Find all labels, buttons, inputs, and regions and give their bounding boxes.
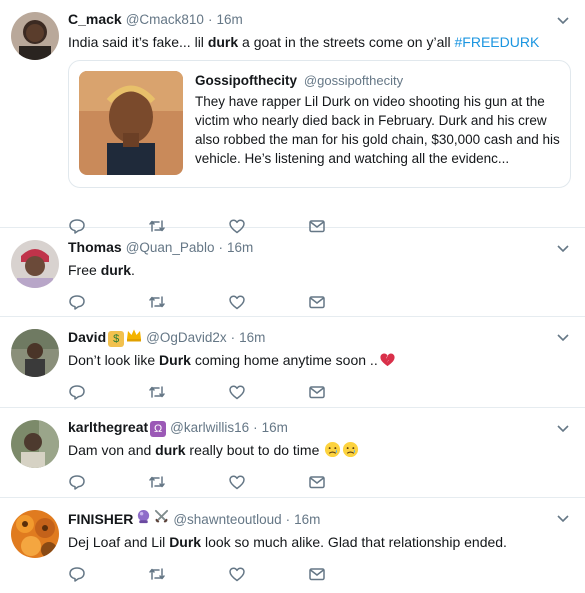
author-name[interactable]: C_mack bbox=[68, 10, 122, 28]
retweet-button[interactable] bbox=[148, 565, 228, 583]
retweet-icon bbox=[149, 567, 165, 580]
heart-icon bbox=[229, 385, 245, 400]
timestamp[interactable]: 16m bbox=[239, 329, 265, 347]
separator-dot: · bbox=[285, 511, 291, 527]
retweet-button[interactable] bbox=[148, 473, 228, 491]
sad-face-emoji bbox=[325, 441, 341, 458]
chevron-down-icon[interactable] bbox=[555, 240, 571, 256]
separator-dot: · bbox=[230, 330, 236, 345]
avatar[interactable] bbox=[11, 510, 59, 558]
chevron-down-icon[interactable] bbox=[555, 510, 571, 526]
retweet-button[interactable] bbox=[148, 383, 228, 401]
highlight-term: durk bbox=[100, 262, 132, 278]
author-handle[interactable]: @karlwillis16 bbox=[170, 419, 249, 437]
author-handle[interactable]: @shawnteoutloud bbox=[173, 511, 281, 529]
money-bag-emoji: $ bbox=[108, 331, 125, 347]
timestamp[interactable]: 16m bbox=[227, 239, 253, 257]
message-button[interactable] bbox=[308, 473, 388, 491]
timestamp[interactable]: 16m bbox=[216, 11, 242, 29]
reply-icon bbox=[69, 385, 85, 400]
tweet-text: Dam von and durk really bout to do time bbox=[68, 440, 571, 460]
like-button[interactable] bbox=[228, 473, 308, 491]
quoted-author-handle: @gossipofthecity bbox=[303, 73, 404, 88]
reply-icon bbox=[69, 475, 85, 490]
avatar[interactable] bbox=[11, 12, 59, 60]
tweet-text: India said it’s fake... lil durk a goat … bbox=[68, 34, 540, 50]
envelope-icon bbox=[309, 567, 325, 580]
highlight-term: durk bbox=[155, 442, 186, 458]
heart-icon bbox=[229, 566, 245, 581]
author-handle[interactable]: @Cmack810 bbox=[126, 11, 204, 29]
author-name[interactable]: FINISHER bbox=[68, 510, 133, 528]
author-name[interactable]: David bbox=[68, 328, 106, 346]
avatar[interactable] bbox=[11, 240, 59, 288]
reply-icon bbox=[69, 566, 85, 582]
tweet[interactable]: David $ @OgDavid2x · 16m Don’t look like… bbox=[0, 317, 585, 408]
retweet-icon bbox=[149, 476, 165, 488]
message-button[interactable] bbox=[308, 383, 388, 401]
timestamp[interactable]: 16m bbox=[294, 511, 320, 529]
quoted-tweet-image bbox=[79, 71, 183, 175]
crown-emoji bbox=[126, 327, 142, 343]
avatar[interactable] bbox=[11, 420, 59, 468]
envelope-icon bbox=[309, 386, 325, 399]
tweet[interactable]: Thomas @Quan_Pablo · 16m Free durk. bbox=[0, 228, 585, 317]
envelope-icon bbox=[309, 296, 325, 309]
separator-dot: · bbox=[218, 240, 223, 255]
retweet-button[interactable] bbox=[148, 293, 228, 311]
tweet-actions bbox=[68, 556, 571, 592]
chevron-down-icon[interactable] bbox=[555, 329, 571, 345]
quoted-author-name: Gossipofthecity bbox=[195, 73, 298, 88]
reply-button[interactable] bbox=[68, 383, 148, 401]
separator-dot: · bbox=[207, 12, 213, 27]
retweet-icon bbox=[149, 296, 165, 308]
like-button[interactable] bbox=[228, 383, 308, 401]
tweet-text: Free durk. bbox=[68, 262, 135, 278]
tweet-actions bbox=[68, 374, 571, 410]
retweet-icon bbox=[149, 386, 165, 398]
separator-dot: · bbox=[253, 420, 258, 435]
chevron-down-icon[interactable] bbox=[555, 420, 571, 436]
chevron-down-icon[interactable] bbox=[555, 12, 571, 28]
timestamp[interactable]: 16m bbox=[262, 419, 288, 437]
author-name[interactable]: Thomas bbox=[68, 238, 122, 256]
sad-face-emoji bbox=[343, 441, 359, 458]
tweet-actions bbox=[68, 284, 571, 320]
hashtag-link[interactable]: #FREEDURK bbox=[455, 34, 540, 50]
author-handle[interactable]: @OgDavid2x bbox=[146, 329, 227, 347]
quoted-tweet-text: They have rapper Lil Durk on video shoot… bbox=[195, 94, 560, 166]
crystal-ball-emoji bbox=[135, 508, 151, 524]
crossed-swords-emoji bbox=[153, 508, 169, 524]
author-name[interactable]: karlthegreat bbox=[68, 418, 148, 436]
author-handle[interactable]: @Quan_Pablo bbox=[126, 239, 215, 257]
tweet[interactable]: FINISHER @shawnteoutloud · 16m Dej Loaf … bbox=[0, 498, 585, 593]
tweet-text: Don’t look like Durk coming home anytime… bbox=[68, 350, 571, 370]
reply-button[interactable] bbox=[68, 293, 148, 311]
message-button[interactable] bbox=[308, 293, 388, 311]
envelope-icon bbox=[309, 476, 325, 489]
tweet-actions bbox=[68, 464, 571, 500]
broken-heart-emoji bbox=[380, 353, 395, 367]
highlight-term: durk bbox=[207, 34, 239, 50]
tweet[interactable]: C_mack @Cmack810 · 16m India said it’s f… bbox=[0, 0, 585, 234]
like-button[interactable] bbox=[228, 565, 308, 583]
highlight-term: Durk bbox=[159, 352, 191, 368]
heart-icon bbox=[229, 295, 245, 310]
reply-button[interactable] bbox=[68, 473, 148, 491]
tweet-feed: C_mack @Cmack810 · 16m India said it’s f… bbox=[0, 0, 585, 593]
like-button[interactable] bbox=[228, 293, 308, 311]
tweet[interactable]: karlthegreat Ω @karlwillis16 · 16m Dam v… bbox=[0, 408, 585, 498]
highlight-term: Durk bbox=[169, 533, 202, 550]
tweet-text: Dej Loaf and Lil Durk look so much alike… bbox=[68, 533, 507, 550]
message-button[interactable] bbox=[308, 565, 388, 583]
libra-emoji: Ω bbox=[150, 421, 167, 437]
reply-button[interactable] bbox=[68, 565, 148, 583]
avatar[interactable] bbox=[11, 329, 59, 377]
reply-icon bbox=[69, 295, 85, 310]
quoted-tweet[interactable]: Gossipofthecity @gossipofthecity They ha… bbox=[68, 60, 571, 188]
heart-icon bbox=[229, 475, 245, 490]
